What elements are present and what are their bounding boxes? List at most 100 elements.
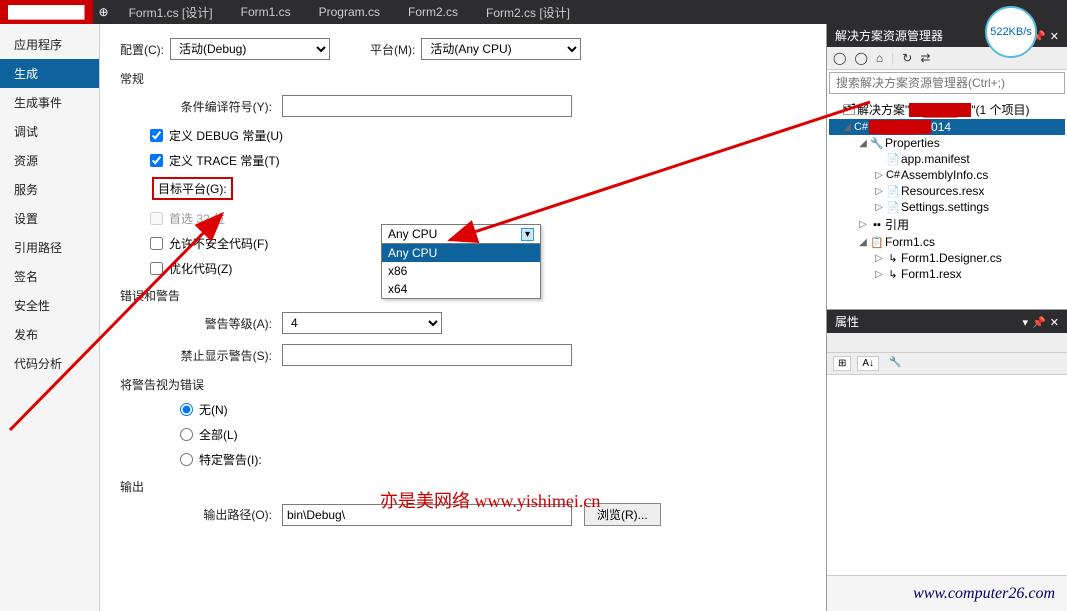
tae-all-radio[interactable] [180, 428, 193, 441]
optimize-label: 优化代码(Z) [169, 260, 232, 277]
form1-cs-node[interactable]: Form1.cs [885, 235, 935, 249]
properties-node[interactable]: Properties [885, 136, 940, 150]
settings-file-icon: 📄 [885, 201, 901, 214]
form1-resx-node[interactable]: Form1.resx [901, 267, 962, 281]
sidebar-item-application[interactable]: 应用程序 [0, 30, 99, 59]
solution-node[interactable]: 解决方案"████"(1 个项目) [857, 101, 1030, 118]
csharp-file-icon: ↳ [885, 252, 901, 265]
solution-search-input[interactable] [830, 73, 1064, 93]
config-label: 配置(C): [120, 41, 164, 58]
cond-symbol-label: 条件编译符号(Y): [152, 98, 282, 115]
properties-toolbar: ⊞ A↓ 🔧 [827, 353, 1067, 375]
define-debug-label: 定义 DEBUG 常量(U) [169, 127, 283, 144]
treat-as-error-header: 将警告视为错误 [120, 376, 806, 393]
cond-symbol-input[interactable] [282, 95, 572, 117]
tab-form1-cs[interactable]: Form1.cs [227, 0, 305, 24]
references-node[interactable]: 引用 [885, 216, 909, 233]
app-manifest-node[interactable]: app.manifest [901, 152, 970, 166]
sidebar-item-security[interactable]: 安全性 [0, 291, 99, 320]
general-header: 常规 [120, 70, 806, 87]
wrench-icon: 🔧 [869, 137, 885, 150]
chevron-down-icon[interactable]: ▾ [521, 228, 534, 241]
tae-specific-radio[interactable] [180, 453, 193, 466]
dropdown-option-anycpu[interactable]: Any CPU [382, 244, 540, 262]
csharp-file-icon: C# [885, 169, 901, 181]
dropdown-option-x86[interactable]: x86 [382, 262, 540, 280]
tab-form2-cs[interactable]: Form2.cs [394, 0, 472, 24]
target-platform-selected: Any CPU [388, 227, 437, 241]
tae-all-label: 全部(L) [199, 426, 238, 443]
properties-panel: 属性 ▾📌 ✕ ⊞ A↓ 🔧 [827, 309, 1067, 611]
tab-pinned-redacted[interactable]: █████████ [0, 0, 93, 24]
forward-icon[interactable]: ◯ [854, 51, 867, 65]
tae-none-radio[interactable] [180, 403, 193, 416]
unsafe-checkbox[interactable] [150, 237, 163, 250]
project-settings-sidebar: 应用程序 生成 生成事件 调试 资源 服务 设置 引用路径 签名 安全性 发布 … [0, 24, 100, 611]
dropdown-option-x64[interactable]: x64 [382, 280, 540, 298]
build-settings-content: 配置(C): 活动(Debug) 平台(M): 活动(Any CPU) 常规 条… [100, 24, 826, 611]
unsafe-label: 允许不安全代码(F) [169, 235, 268, 252]
define-trace-label: 定义 TRACE 常量(T) [169, 152, 280, 169]
sidebar-item-settings[interactable]: 设置 [0, 204, 99, 233]
solution-icon: 🗂 [841, 103, 857, 116]
pin-icon[interactable]: ⊕ [93, 5, 115, 19]
output-path-label: 输出路径(O): [152, 506, 282, 523]
close-icon[interactable]: ✕ [1050, 31, 1059, 43]
warn-level-label: 警告等级(A): [152, 315, 282, 332]
sidebar-item-debug[interactable]: 调试 [0, 117, 99, 146]
platform-label: 平台(M): [370, 41, 415, 58]
prefer32-label: 首选 32 位 [169, 210, 225, 227]
alphabetical-icon[interactable]: A↓ [857, 356, 879, 371]
prefer32-checkbox [150, 212, 163, 225]
settings-settings-node[interactable]: Settings.settings [901, 200, 989, 214]
document-tabs-bar: █████████ ⊕ Form1.cs [设计] Form1.cs Progr… [0, 0, 1067, 24]
csharp-project-icon: C# [853, 121, 869, 133]
watermark-url: www.computer26.com [913, 585, 1055, 603]
solution-explorer-search[interactable] [829, 72, 1065, 94]
form1-designer-node[interactable]: Form1.Designer.cs [901, 251, 1002, 265]
sidebar-item-build-events[interactable]: 生成事件 [0, 88, 99, 117]
back-icon[interactable]: ◯ [833, 51, 846, 65]
close-icon[interactable]: ✕ [1050, 317, 1059, 329]
tae-specific-label: 特定警告(I): [199, 451, 262, 468]
define-debug-checkbox[interactable] [150, 129, 163, 142]
suppress-input[interactable] [282, 344, 572, 366]
properties-title: 属性 [835, 313, 859, 330]
pin-icon[interactable]: 📌 [1032, 317, 1046, 329]
file-icon: 📄 [885, 153, 901, 166]
tab-form1-design[interactable]: Form1.cs [设计] [115, 0, 227, 24]
define-trace-checkbox[interactable] [150, 154, 163, 167]
tab-form2-design[interactable]: Form2.cs [设计] [472, 0, 584, 24]
watermark-text: 亦是美网络 www.yishimei.cn [380, 487, 600, 513]
refresh-icon[interactable]: ↻ [902, 51, 912, 65]
sidebar-item-resources[interactable]: 资源 [0, 146, 99, 175]
references-icon: ▪▪ [869, 219, 885, 231]
target-platform-dropdown[interactable]: Any CPU ▾ Any CPU x86 x64 [381, 224, 541, 299]
config-select[interactable]: 活动(Debug) [170, 38, 330, 60]
sidebar-item-services[interactable]: 服务 [0, 175, 99, 204]
warn-level-select[interactable]: 4 [282, 312, 442, 334]
resources-resx-node[interactable]: Resources.resx [901, 184, 984, 198]
sidebar-item-reference-paths[interactable]: 引用路径 [0, 233, 99, 262]
platform-select[interactable]: 活动(Any CPU) [421, 38, 581, 60]
sidebar-item-build[interactable]: 生成 [0, 59, 99, 88]
tab-program-cs[interactable]: Program.cs [305, 0, 394, 24]
sync-icon[interactable]: ⇄ [920, 51, 930, 65]
sidebar-item-publish[interactable]: 发布 [0, 320, 99, 349]
project-node[interactable]: ████014 [869, 120, 951, 134]
sidebar-item-signing[interactable]: 签名 [0, 262, 99, 291]
tae-none-label: 无(N) [199, 401, 228, 418]
resx-icon: 📄 [885, 185, 901, 198]
categorized-icon[interactable]: ⊞ [833, 356, 851, 371]
solution-explorer-toolbar: ◯ ◯ ⌂ | ↻ ⇄ [827, 47, 1067, 70]
properties-icon[interactable]: 🔧 [885, 356, 905, 371]
home-icon[interactable]: ⌂ [876, 51, 883, 65]
sidebar-item-code-analysis[interactable]: 代码分析 [0, 349, 99, 378]
dropdown-icon[interactable]: ▾ [1023, 317, 1029, 329]
solution-tree[interactable]: 🗂 解决方案"████"(1 个项目) ◢C# ████014 ◢🔧Proper… [827, 96, 1067, 309]
form-icon: 📋 [869, 236, 885, 249]
assemblyinfo-node[interactable]: AssemblyInfo.cs [901, 168, 988, 182]
suppress-label: 禁止显示警告(S): [152, 347, 282, 364]
optimize-checkbox[interactable] [150, 262, 163, 275]
solution-explorer-title: 解决方案资源管理器 [835, 27, 943, 44]
